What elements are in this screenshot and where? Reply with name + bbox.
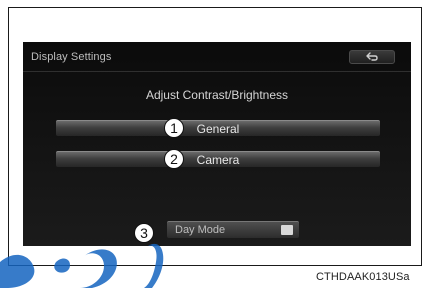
day-mode-toggle[interactable]: Day Mode <box>167 221 299 238</box>
general-button-label: General <box>196 122 240 136</box>
back-arrow-icon <box>366 52 378 61</box>
camera-button-label: Camera <box>196 153 240 167</box>
camera-button[interactable]: Camera <box>56 151 380 167</box>
callout-1: 1 <box>164 118 184 138</box>
callout-3: 3 <box>134 223 154 243</box>
screen-subtitle: Adjust Contrast/Brightness <box>145 88 289 102</box>
back-button[interactable] <box>349 50 395 64</box>
screen-title: Display Settings <box>31 51 112 63</box>
display-settings-screen: Display Settings Adjust Contrast/Brightn… <box>23 42 411 246</box>
day-mode-indicator <box>281 225 293 235</box>
title-divider <box>23 71 411 72</box>
callout-2: 2 <box>164 149 184 169</box>
general-button[interactable]: General <box>56 120 380 136</box>
figure-code: CTHDAAK013USa <box>316 271 410 283</box>
figure: Display Settings Adjust Contrast/Brightn… <box>0 0 433 288</box>
day-mode-label: Day Mode <box>175 224 226 236</box>
